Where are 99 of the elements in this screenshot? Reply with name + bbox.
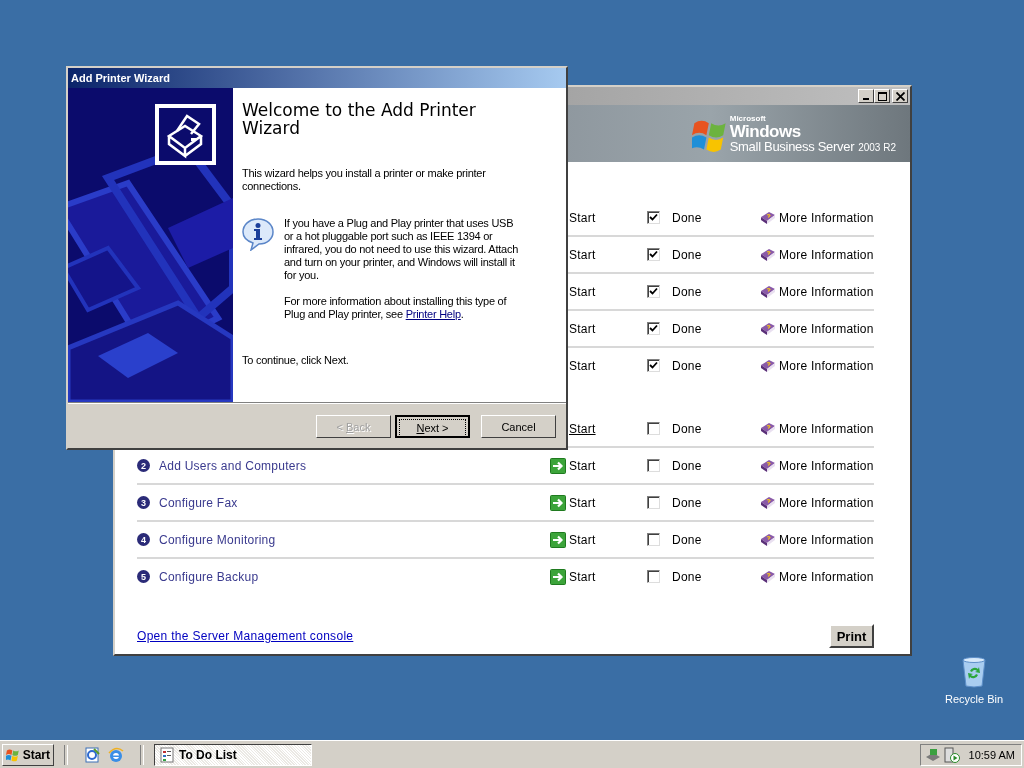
checkbox-label: Done bbox=[672, 421, 702, 436]
book-icon[interactable] bbox=[759, 358, 776, 373]
task-link[interactable]: Add Users and Computers bbox=[159, 458, 307, 473]
info-link[interactable]: More Information bbox=[779, 532, 874, 547]
checkbox[interactable] bbox=[647, 496, 660, 509]
checkbox-label: Done bbox=[672, 532, 702, 547]
step-number: 2 bbox=[137, 459, 150, 472]
info-link[interactable]: More Information bbox=[779, 458, 874, 473]
server-play-icon[interactable] bbox=[943, 746, 960, 763]
start-link[interactable]: Start bbox=[569, 321, 596, 336]
window-title: Add Printer Wizard bbox=[68, 68, 566, 88]
product-name: Windows bbox=[729, 122, 802, 140]
wizard-button[interactable]: Next > bbox=[395, 414, 470, 438]
task-link[interactable]: Configure Monitoring bbox=[159, 532, 276, 547]
book-icon[interactable] bbox=[759, 569, 776, 584]
checkbox-label: Done bbox=[672, 358, 702, 373]
start-link[interactable]: Start bbox=[569, 358, 596, 373]
step-number: 4 bbox=[137, 533, 150, 546]
task-link[interactable]: Configure Backup bbox=[159, 569, 259, 584]
checkbox-label: Done bbox=[672, 210, 702, 225]
book-icon[interactable] bbox=[759, 210, 776, 225]
book-icon[interactable] bbox=[759, 532, 776, 547]
info-link[interactable]: More Information bbox=[779, 321, 874, 336]
info-text: If you have a Plug and Play printer that uses USB or a hot pluggable port such as IEEE 1394 or infrared, you do not need to use this wizard. Attach and turn on your printer, and Windows will install it for you. bbox=[284, 217, 520, 282]
close-button[interactable] bbox=[892, 89, 908, 103]
checkbox[interactable] bbox=[647, 211, 660, 224]
flag-logo-icon bbox=[6, 747, 20, 762]
book-icon[interactable] bbox=[759, 495, 776, 510]
info-link[interactable]: More Information bbox=[779, 358, 874, 373]
checkbox-label: Done bbox=[672, 321, 702, 336]
version-label: 2003 R2 bbox=[858, 142, 896, 153]
info-link[interactable]: More Information bbox=[779, 495, 874, 510]
edition-name: Small Business Server bbox=[729, 139, 855, 153]
book-icon[interactable] bbox=[759, 247, 776, 262]
intro-text: This wizard helps you install a printer or make printer connections. bbox=[242, 167, 487, 193]
brand-text: Microsoft bbox=[729, 114, 767, 123]
minimize-icon bbox=[863, 98, 869, 100]
checkbox[interactable] bbox=[647, 248, 660, 261]
start-link[interactable]: Start bbox=[569, 532, 596, 547]
page-edit-icon[interactable] bbox=[84, 746, 100, 763]
start-link[interactable]: Start bbox=[569, 210, 596, 225]
start-link[interactable]: Start bbox=[569, 247, 596, 262]
checkbox[interactable] bbox=[647, 459, 660, 472]
checkbox-label: Done bbox=[672, 495, 702, 510]
checkbox[interactable] bbox=[647, 285, 660, 298]
taskbar-button[interactable]: To Do List bbox=[154, 743, 312, 766]
checkbox[interactable] bbox=[647, 422, 660, 435]
wizard-button[interactable]: Cancel bbox=[481, 414, 556, 438]
check-icon bbox=[649, 213, 658, 222]
start-link[interactable]: Start bbox=[569, 421, 596, 436]
checkbox[interactable] bbox=[647, 533, 660, 546]
info-link[interactable]: More Information bbox=[779, 210, 874, 225]
book-icon[interactable] bbox=[759, 284, 776, 299]
console-link[interactable]: Open the Server Management console bbox=[137, 629, 354, 643]
checkbox[interactable] bbox=[647, 570, 660, 583]
start-link[interactable]: Start bbox=[569, 495, 596, 510]
start-button[interactable]: Start bbox=[2, 743, 54, 766]
check-icon bbox=[649, 324, 658, 333]
forward-arrow-icon[interactable] bbox=[550, 494, 566, 511]
book-icon[interactable] bbox=[759, 421, 776, 436]
checkbox-label: Done bbox=[672, 458, 702, 473]
checkbox[interactable] bbox=[647, 322, 660, 335]
browser-icon[interactable] bbox=[108, 746, 124, 763]
maximize-icon bbox=[877, 91, 887, 101]
book-icon[interactable] bbox=[759, 458, 776, 473]
wizard-heading: Welcome to the Add Printer Wizard bbox=[242, 101, 477, 137]
check-icon bbox=[649, 287, 658, 296]
icon-label: Recycle Bin bbox=[944, 693, 1004, 705]
continue-text: To continue, click Next. bbox=[242, 354, 350, 367]
info-link[interactable]: More Information bbox=[779, 284, 874, 299]
check-icon bbox=[649, 361, 658, 370]
info-link[interactable]: More Information bbox=[779, 569, 874, 584]
info-icon bbox=[242, 217, 274, 251]
close-icon bbox=[895, 91, 905, 101]
start-link[interactable]: Start bbox=[569, 458, 596, 473]
step-number: 3 bbox=[137, 496, 150, 509]
maximize-button[interactable] bbox=[874, 89, 890, 103]
help-link[interactable]: Printer Help bbox=[405, 308, 461, 320]
step-number: 5 bbox=[137, 570, 150, 583]
info-link[interactable]: More Information bbox=[779, 247, 874, 262]
checkbox[interactable] bbox=[647, 359, 660, 372]
more-info-text: For more information about installing this type of Plug and Play printer, see Printer Help. bbox=[284, 295, 508, 321]
minimize-button[interactable] bbox=[858, 89, 874, 103]
checklist-icon bbox=[159, 746, 175, 763]
check-icon bbox=[649, 250, 658, 259]
info-link[interactable]: More Information bbox=[779, 421, 874, 436]
checkbox-label: Done bbox=[672, 569, 702, 584]
forward-arrow-icon[interactable] bbox=[550, 457, 566, 474]
printer-icon bbox=[155, 104, 216, 165]
start-link[interactable]: Start bbox=[569, 284, 596, 299]
clock-time: 10:59 AM bbox=[968, 748, 1015, 761]
print-button[interactable]: Print bbox=[829, 624, 874, 648]
start-link[interactable]: Start bbox=[569, 569, 596, 584]
forward-arrow-icon[interactable] bbox=[550, 568, 566, 585]
task-link[interactable]: Configure Fax bbox=[159, 495, 238, 510]
checkbox-label: Done bbox=[672, 284, 702, 299]
checkbox-label: Done bbox=[672, 247, 702, 262]
book-icon[interactable] bbox=[759, 321, 776, 336]
forward-arrow-icon[interactable] bbox=[550, 531, 566, 548]
